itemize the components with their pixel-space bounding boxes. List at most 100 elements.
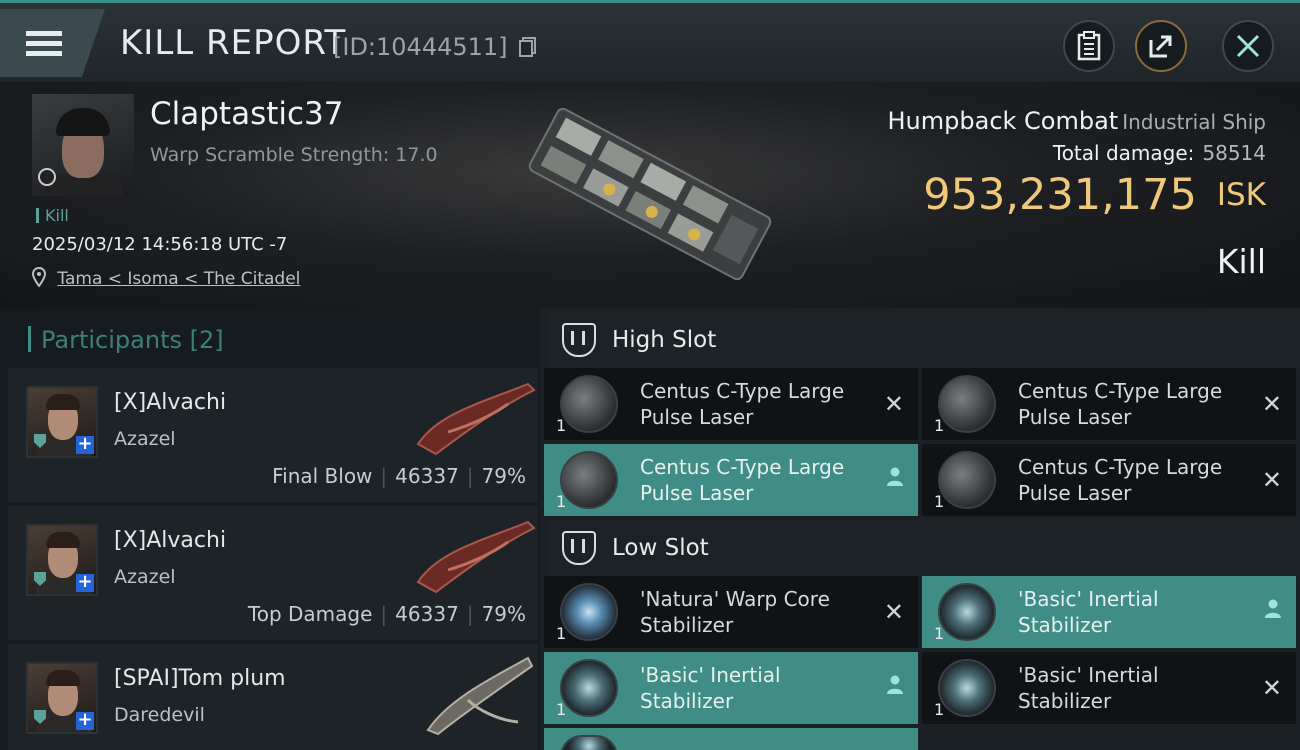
- kill-summary: Claptastic37 Warp Scramble Strength: 17.…: [0, 82, 1300, 308]
- high-slot-icon: [562, 323, 596, 357]
- participants-panel: Participants [2] + [X]Alvachi Azazel Fin…: [0, 308, 540, 750]
- participant-row[interactable]: + [X]Alvachi Azazel Top Damage | 46337 | 79%: [8, 506, 538, 640]
- participant-ship-image: [416, 520, 536, 594]
- menu-button[interactable]: [0, 9, 105, 77]
- report-id-text: [ID:10444511]: [333, 33, 508, 61]
- participant-row[interactable]: + [X]Alvachi Azazel Final Blow | 46337 | 79%: [8, 368, 538, 502]
- location-link[interactable]: Tama < Isoma < The Citadel: [57, 269, 300, 289]
- kill-location[interactable]: Tama < Isoma < The Citadel: [31, 266, 300, 289]
- clipboard-button[interactable]: [1063, 20, 1115, 72]
- module-item[interactable]: 1 'Natura' Warp Core Stabilizer ✕: [544, 576, 918, 648]
- low-slot-header: Low Slot: [548, 518, 1300, 578]
- participant-ship-image: [416, 382, 536, 456]
- module-name: Centus C-Type Large Pulse Laser: [1018, 455, 1223, 505]
- module-item[interactable]: 1 'Basic' Inertial Stabilizer ✕: [922, 652, 1296, 724]
- share-button[interactable]: [1135, 20, 1187, 72]
- module-name: 'Basic' Inertial Stabilizer: [640, 663, 781, 713]
- victim-name[interactable]: Claptastic37: [150, 96, 344, 132]
- inertial-stabilizer-icon: [938, 659, 996, 717]
- module-item[interactable]: 1 Centus C-Type Large Pulse Laser: [544, 444, 918, 516]
- module-item[interactable]: 1 Centus C-Type Large Pulse Laser ✕: [544, 368, 918, 440]
- participant-damage: 46337: [395, 464, 459, 488]
- destroyed-x-icon: ✕: [1261, 674, 1282, 702]
- destroyed-x-icon: ✕: [883, 390, 904, 418]
- low-slot-icon: [562, 531, 596, 565]
- fitting-panel: High Slot 1 Centus C-Type Large Pulse La…: [540, 308, 1300, 750]
- isk-amount: 953,231,175: [923, 170, 1197, 220]
- participant-percent: 79%: [481, 464, 526, 488]
- share-icon: [1149, 35, 1172, 58]
- module-qty: 1: [556, 700, 567, 719]
- module-qty: 1: [934, 624, 945, 643]
- module-item[interactable]: 1 'Basic' Inertial Stabilizer: [922, 576, 1296, 648]
- destroyed-x-icon: ✕: [1261, 390, 1282, 418]
- victim-ship-image: [528, 107, 772, 281]
- participant-ship-image: [426, 656, 534, 736]
- participant-name: [X]Alvachi: [114, 528, 227, 553]
- high-slot-title: High Slot: [612, 327, 717, 353]
- module-qty: 1: [556, 624, 567, 643]
- participant-avatar: +: [26, 662, 98, 734]
- header-bar: KILL REPORT [ID:10444511]: [0, 0, 1300, 82]
- destroyed-x-icon: ✕: [883, 598, 904, 626]
- map-pin-icon: [31, 266, 47, 288]
- pulse-laser-icon: [560, 451, 618, 509]
- plus-badge-icon: +: [76, 709, 94, 730]
- inertial-stabilizer-icon: [560, 735, 618, 750]
- warp-core-stabilizer-icon: [560, 583, 618, 641]
- module-qty: 1: [934, 700, 945, 719]
- module-name: 'Basic' Inertial Stabilizer: [1018, 663, 1159, 713]
- victim-ship-name[interactable]: Humpback Combat Industrial Ship: [888, 107, 1267, 135]
- participant-ship: Azazel: [114, 428, 176, 450]
- corporation-icon: [38, 168, 56, 186]
- module-qty: 1: [556, 492, 567, 511]
- hamburger-menu-icon: [26, 26, 62, 61]
- kill-timestamp: 2025/03/12 14:56:18 UTC -7: [32, 234, 288, 255]
- dropped-person-icon: [886, 466, 904, 492]
- ship-class: Industrial Ship: [1122, 110, 1266, 134]
- module-item-partial[interactable]: [544, 728, 918, 750]
- dropped-person-icon: [886, 674, 904, 700]
- participant-role: Top Damage: [247, 602, 373, 626]
- pulse-laser-icon: [938, 451, 996, 509]
- participant-percent: 79%: [481, 602, 526, 626]
- module-name: 'Basic' Inertial Stabilizer: [1018, 587, 1159, 637]
- pulse-laser-icon: [938, 375, 996, 433]
- module-name: Centus C-Type Large Pulse Laser: [1018, 379, 1223, 429]
- close-button[interactable]: [1222, 20, 1274, 72]
- victim-portrait[interactable]: [32, 94, 134, 196]
- module-item[interactable]: 1 'Basic' Inertial Stabilizer: [544, 652, 918, 724]
- ship-name-text: Humpback Combat: [887, 107, 1119, 135]
- total-damage-value: 58514: [1202, 141, 1266, 165]
- participant-ship: Azazel: [114, 566, 176, 588]
- module-qty: 1: [934, 416, 945, 435]
- kill-type: Kill: [1216, 242, 1266, 281]
- module-item[interactable]: 1 Centus C-Type Large Pulse Laser ✕: [922, 444, 1296, 516]
- kill-tag: Kill: [36, 206, 69, 225]
- dropped-person-icon: [1264, 598, 1282, 624]
- participants-title: Participants [2]: [28, 326, 224, 354]
- participant-name: [SPAI]Tom plum: [114, 666, 286, 691]
- module-name: Centus C-Type Large Pulse Laser: [640, 379, 845, 429]
- module-name: Centus C-Type Large Pulse Laser: [640, 455, 845, 505]
- copy-icon[interactable]: [519, 37, 537, 57]
- total-damage-label: Total damage:: [1052, 141, 1195, 165]
- participant-name: [X]Alvachi: [114, 390, 227, 415]
- high-slot-header: High Slot: [548, 310, 1300, 370]
- destroyed-x-icon: ✕: [1261, 466, 1282, 494]
- page-title: KILL REPORT: [120, 23, 347, 63]
- warp-scramble-strength: Warp Scramble Strength: 17.0: [150, 144, 438, 166]
- module-item[interactable]: 1 Centus C-Type Large Pulse Laser ✕: [922, 368, 1296, 440]
- module-name: 'Natura' Warp Core Stabilizer: [640, 587, 830, 637]
- participant-avatar: +: [26, 386, 98, 458]
- participant-damage: 46337: [395, 602, 459, 626]
- module-qty: 1: [934, 492, 945, 511]
- participant-row[interactable]: + [SPAI]Tom plum Daredevil: [8, 644, 538, 750]
- isk-value: 953,231,175 ISK: [923, 170, 1266, 220]
- participant-stats: Top Damage | 46337 | 79%: [247, 602, 526, 626]
- isk-unit: ISK: [1216, 177, 1266, 213]
- low-slot-title: Low Slot: [612, 535, 709, 561]
- participant-avatar: +: [26, 524, 98, 596]
- report-id: [ID:10444511]: [333, 33, 537, 61]
- pulse-laser-icon: [560, 375, 618, 433]
